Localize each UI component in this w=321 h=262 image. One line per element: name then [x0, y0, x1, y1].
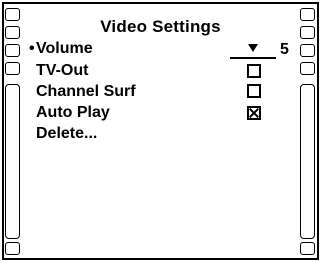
volume-slider[interactable] — [230, 57, 276, 59]
film-perforation-icon — [300, 44, 315, 57]
menu-item-volume[interactable]: Volume — [36, 39, 93, 58]
down-triangle-icon[interactable] — [248, 44, 258, 52]
volume-value: 5 — [280, 41, 289, 58]
page-title: Video Settings — [100, 17, 221, 36]
film-frame-icon — [300, 84, 315, 239]
video-settings-window: Video Settings • Volume 5 TV-Out Channel… — [2, 2, 319, 260]
menu-item-auto-play[interactable]: Auto Play — [36, 103, 110, 122]
film-frame-icon — [5, 84, 20, 239]
checkbox-empty-icon[interactable] — [247, 64, 261, 78]
film-strip-left — [4, 4, 22, 258]
film-perforation-icon — [5, 44, 20, 57]
menu-item-tv-out[interactable]: TV-Out — [36, 61, 88, 80]
film-strip-right — [299, 4, 317, 258]
film-perforation-icon — [300, 62, 315, 75]
selection-bullet: • — [29, 40, 35, 57]
film-perforation-icon — [5, 242, 20, 255]
menu-item-delete[interactable]: Delete... — [36, 124, 97, 143]
checkbox-x-icon[interactable] — [247, 106, 261, 120]
menu-item-channel-surf[interactable]: Channel Surf — [36, 82, 136, 101]
film-perforation-icon — [300, 242, 315, 255]
checkbox-empty-icon[interactable] — [247, 84, 261, 98]
film-perforation-icon — [5, 62, 20, 75]
